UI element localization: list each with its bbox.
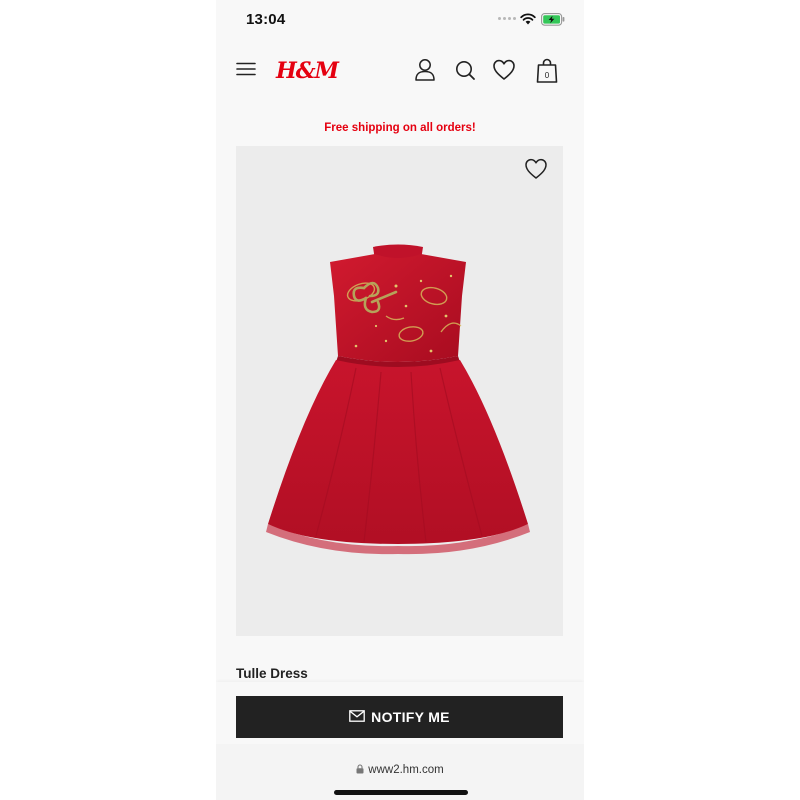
heart-outline-icon[interactable] <box>524 158 548 185</box>
envelope-icon <box>349 709 366 725</box>
url-display[interactable]: www2.hm.com <box>216 764 584 777</box>
browser-url-bar[interactable]: www2.hm.com <box>216 744 584 800</box>
status-bar: 13:04 <box>216 0 584 40</box>
notify-me-label: NOTIFY ME <box>371 709 450 725</box>
dress-illustration <box>266 244 530 555</box>
menu-icon[interactable] <box>236 62 256 81</box>
product-image[interactable] <box>236 146 563 636</box>
site-header: H&M 0 <box>216 48 584 94</box>
cellular-signal-icon <box>498 17 516 20</box>
battery-charging-icon <box>541 13 565 31</box>
bag-count: 0 <box>545 71 550 80</box>
account-icon[interactable] <box>414 58 436 87</box>
favorites-icon[interactable] <box>492 58 516 87</box>
notify-bar: NOTIFY ME <box>216 682 584 744</box>
home-indicator[interactable] <box>334 790 468 795</box>
phone-screen: 13:04 H&M 0 Free shipping on all orders!… <box>216 0 584 800</box>
shopping-bag-icon[interactable]: 0 <box>536 58 558 89</box>
wifi-icon <box>520 12 536 30</box>
brand-logo[interactable]: H&M <box>276 58 339 84</box>
product-title: Tulle Dress <box>236 666 308 681</box>
search-icon[interactable] <box>454 58 476 87</box>
notify-me-button[interactable]: NOTIFY ME <box>236 696 563 738</box>
url-text: www2.hm.com <box>368 764 444 776</box>
lock-icon <box>356 764 364 777</box>
status-time: 13:04 <box>246 11 286 28</box>
promo-banner[interactable]: Free shipping on all orders! <box>216 122 584 134</box>
